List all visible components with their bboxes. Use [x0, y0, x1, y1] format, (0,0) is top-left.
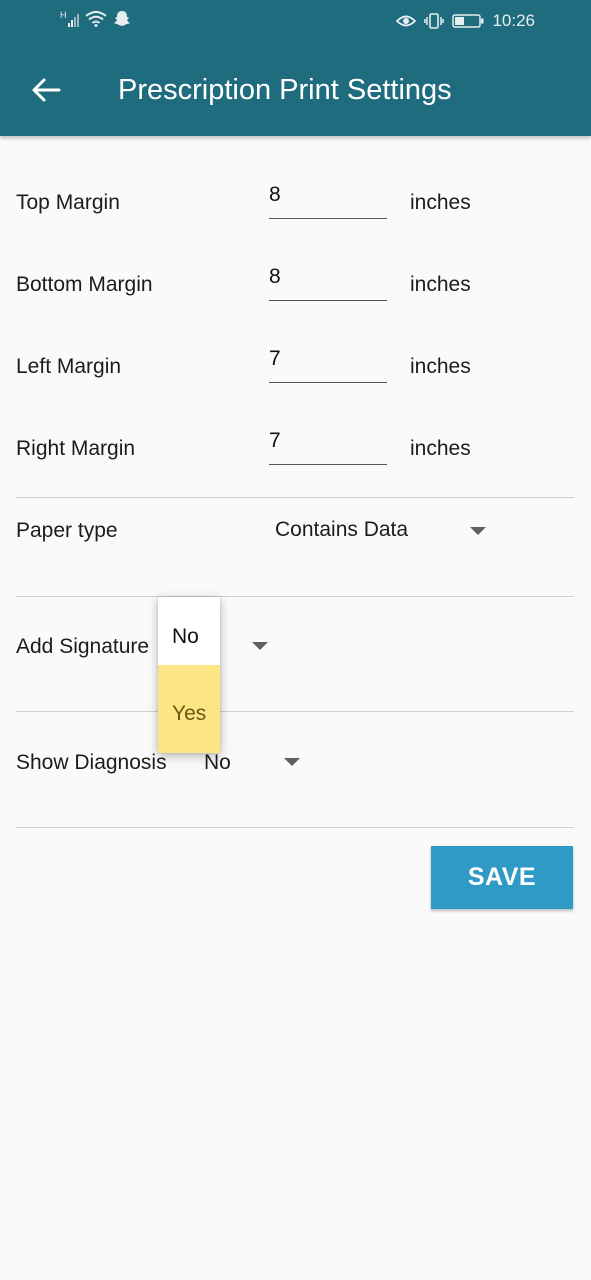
top-margin-unit: inches	[410, 191, 471, 214]
right-margin-unit: inches	[410, 437, 471, 460]
bottom-margin-label: Bottom Margin	[16, 273, 153, 296]
save-button[interactable]: SAVE	[431, 846, 573, 909]
add-signature-spinner[interactable]	[222, 625, 282, 669]
bottom-margin-input[interactable]: 8	[269, 265, 387, 301]
app-screen: H 10:26 Prescription Print Settings Top …	[0, 0, 591, 1280]
left-margin-input[interactable]: 7	[269, 347, 387, 383]
right-margin-input[interactable]: 7	[269, 429, 387, 465]
show-diagnosis-label: Show Diagnosis	[16, 751, 167, 774]
right-margin-label: Right Margin	[16, 437, 136, 460]
signal-icon: H	[60, 9, 79, 27]
divider	[16, 596, 574, 597]
eye-comfort-icon	[396, 15, 417, 27]
vibrate-icon	[424, 13, 445, 29]
divider	[16, 711, 574, 712]
top-margin-label: Top Margin	[16, 191, 120, 214]
dropdown-option-yes[interactable]: Yes	[158, 665, 220, 753]
status-left: H	[60, 10, 131, 27]
add-signature-dropdown: No Yes	[158, 597, 220, 753]
left-margin-label: Left Margin	[16, 355, 122, 378]
arrow-left-icon	[32, 78, 61, 102]
paper-type-label: Paper type	[16, 519, 118, 542]
paper-type-value: Contains Data	[275, 518, 409, 541]
left-margin-unit: inches	[410, 355, 471, 378]
status-right: 10:26	[396, 11, 535, 31]
page-title: Prescription Print Settings	[118, 74, 452, 106]
status-bar: H 10:26	[0, 0, 591, 44]
top-margin-input[interactable]: 8	[269, 183, 387, 219]
chevron-down-icon	[470, 527, 486, 535]
divider	[16, 827, 574, 828]
bottom-margin-unit: inches	[410, 273, 471, 296]
show-diagnosis-value: No	[204, 751, 231, 774]
paper-type-spinner[interactable]: Contains Data	[268, 505, 498, 559]
add-signature-label: Add Signature	[16, 635, 150, 658]
chevron-down-icon	[252, 642, 268, 650]
back-button[interactable]	[28, 72, 64, 108]
battery-icon	[452, 14, 484, 28]
top-bar: H 10:26 Prescription Print Settings	[0, 0, 591, 136]
network-type-label: H	[60, 9, 67, 20]
wifi-icon	[84, 10, 107, 27]
chevron-down-icon	[284, 758, 300, 766]
snapchat-icon	[113, 11, 130, 26]
divider	[16, 497, 574, 498]
dropdown-option-no[interactable]: No	[158, 597, 220, 665]
status-time: 10:26	[492, 11, 535, 30]
